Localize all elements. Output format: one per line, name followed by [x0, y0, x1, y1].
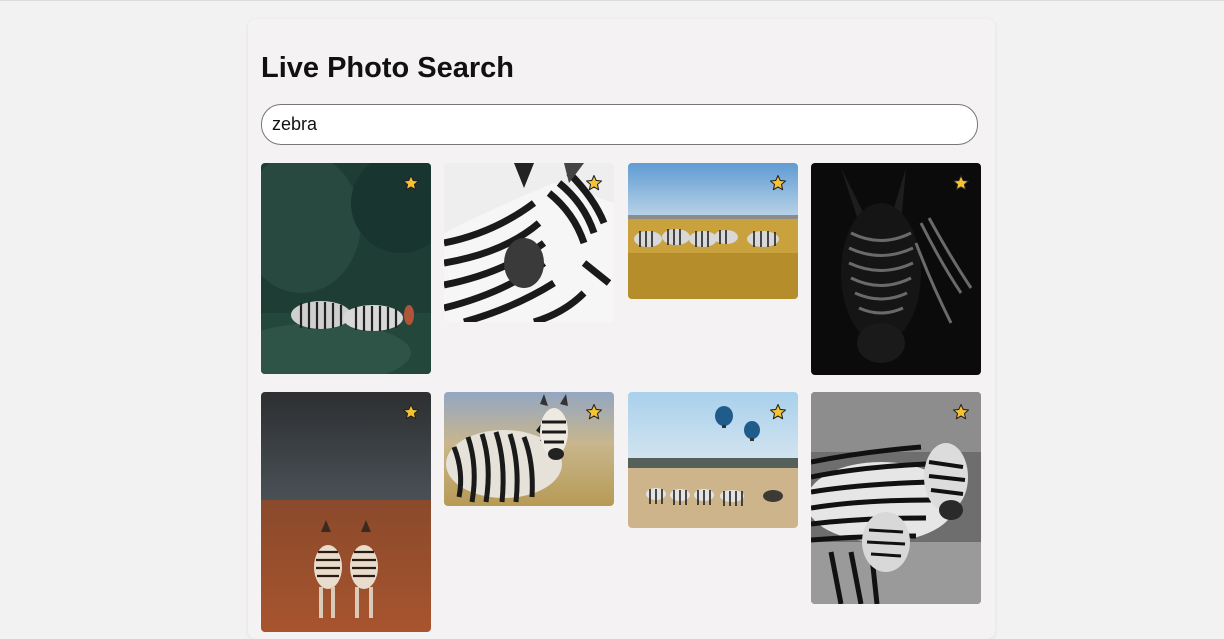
page-title: Live Photo Search [261, 52, 515, 84]
photo-image [811, 392, 981, 604]
star-icon[interactable] [769, 174, 787, 192]
photo-card[interactable] [811, 392, 981, 604]
photo-card[interactable] [444, 392, 614, 506]
photo-image [261, 163, 431, 374]
star-icon[interactable] [585, 403, 603, 421]
search-input[interactable] [261, 104, 978, 145]
photo-card[interactable] [261, 392, 431, 632]
photo-card[interactable] [444, 163, 614, 322]
star-icon[interactable] [769, 403, 787, 421]
star-icon[interactable] [952, 403, 970, 421]
photo-card[interactable] [628, 163, 798, 299]
photo-image [261, 392, 431, 632]
star-icon[interactable] [402, 403, 420, 421]
photo-image [811, 163, 981, 375]
photo-card[interactable] [628, 392, 798, 528]
star-icon[interactable] [952, 174, 970, 192]
search-panel: Live Photo Search [248, 19, 995, 639]
photo-card[interactable] [261, 163, 431, 374]
photo-card[interactable] [811, 163, 981, 375]
star-icon[interactable] [402, 174, 420, 192]
window-top-border [0, 0, 1224, 1]
star-icon[interactable] [585, 174, 603, 192]
